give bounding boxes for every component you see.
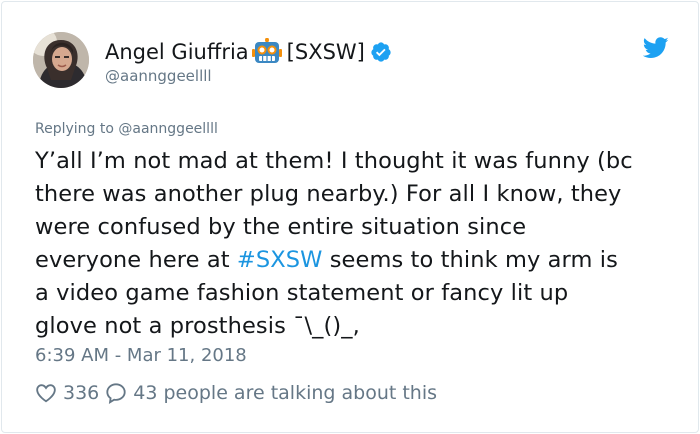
conversation-count-text[interactable]: 43 people are talking about this — [133, 382, 437, 404]
replying-to-line: Replying to @aannggeellll — [35, 121, 218, 137]
hashtag-link[interactable]: #SXSW — [237, 247, 323, 273]
robot-face-emoji-icon — [251, 38, 282, 66]
tweet-line: were confused by the entire situation si… — [35, 214, 527, 240]
tweet-actions: 336 43 people are talking about this — [35, 379, 437, 407]
speech-bubble-icon[interactable] — [105, 382, 127, 404]
tweet-line: everyone here at #SXSW seems to think my… — [35, 244, 680, 277]
tweet-timestamp[interactable]: 6:39 AM - Mar 11, 2018 — [35, 345, 247, 366]
heart-outline-icon[interactable] — [35, 382, 57, 404]
verified-badge-icon — [370, 41, 392, 63]
tweet-line: a video game fashion statement or fancy … — [35, 280, 569, 306]
tweet-line-text: seems to think my arm is — [322, 247, 618, 273]
tweet-line: Y’all I’m not mad at them! I thought it … — [35, 148, 633, 174]
replying-to-handle[interactable]: @aannggeellll — [118, 121, 217, 137]
like-count[interactable]: 336 — [63, 382, 99, 404]
reply-button[interactable]: 43 people are talking about this — [105, 382, 437, 404]
tweet-line: there was another plug nearby.) For all … — [35, 181, 622, 207]
tweet-line: glove not a prosthesis ¯\_()_, — [35, 313, 360, 339]
author-name-suffix[interactable]: [SXSW] — [287, 40, 365, 64]
tweet-text: Y’all I’m not mad at them! I thought it … — [35, 145, 680, 343]
tweet-card[interactable]: Angel Giuffria [SXSW] @aannggeellll Repl… — [1, 1, 699, 433]
avatar[interactable] — [33, 32, 89, 88]
twitter-bird-icon[interactable] — [642, 37, 669, 59]
author-handle[interactable]: @aannggeellll — [105, 67, 212, 85]
tweet-line-text: everyone here at — [35, 247, 237, 273]
author-name[interactable]: Angel Giuffria — [105, 40, 249, 64]
author-name-row[interactable]: Angel Giuffria [SXSW] — [105, 37, 392, 67]
like-button[interactable]: 336 — [35, 382, 99, 404]
replying-to-label: Replying to — [35, 121, 114, 137]
